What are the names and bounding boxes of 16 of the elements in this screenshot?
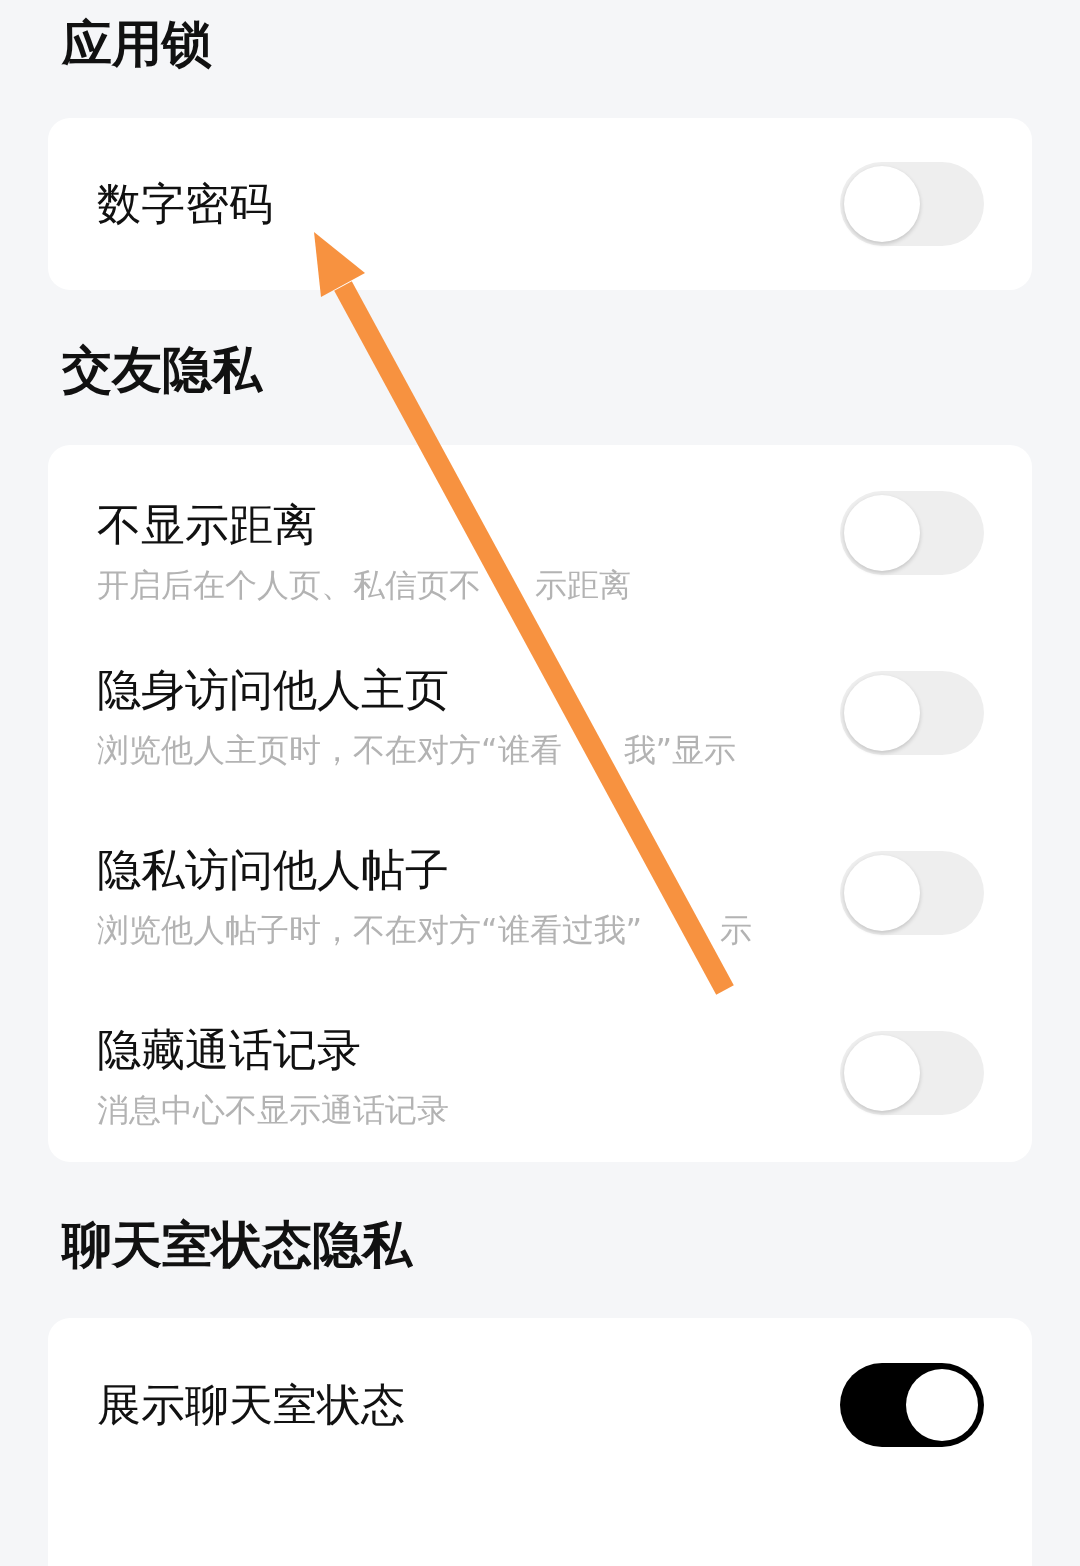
setting-label: 隐身访问他人主页 (97, 666, 450, 714)
setting-label: 不显示距离 (97, 501, 318, 549)
setting-label: 隐藏通话记录 (97, 1026, 362, 1074)
setting-description: 示距离 (535, 565, 631, 605)
setting-label: 展示聊天室状态 (97, 1379, 405, 1431)
section-title: 应用锁 (62, 15, 212, 73)
setting-description: 我”显示 (623, 730, 737, 770)
setting-description: 示 (720, 910, 753, 950)
setting-description: 浏览他人帖子时，不在对方“谁看过我” (97, 910, 643, 950)
setting-description: 开启后在个人页、私信页不 (97, 565, 481, 605)
setting-description: 浏览他人主页时，不在对方“谁看 (97, 730, 562, 770)
section-title: 交友隐私 (62, 341, 262, 399)
setting-label: 隐私访问他人帖子 (97, 846, 450, 894)
section-title: 聊天室状态隐私 (62, 1216, 412, 1274)
setting-description: 消息中心不显示通话记录 (97, 1090, 449, 1130)
setting-label: 数字密码 (97, 178, 273, 230)
